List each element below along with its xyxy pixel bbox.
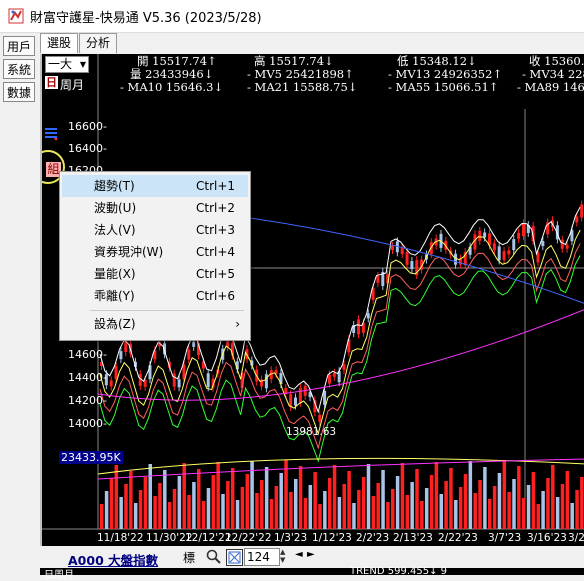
menu-item-deviation[interactable]: 乖離(Y) Ctrl+6: [62, 285, 248, 307]
second-period-label: 日周月: [44, 570, 74, 581]
chevron-down-icon: ▼: [79, 60, 86, 69]
menu-item-margin[interactable]: 資券現沖(W) Ctrl+4: [62, 241, 248, 263]
title-bar: 財富守護星-快易通 V5.36 (2023/5/28): [0, 0, 584, 33]
info-ma55: - MA55 15066.51↑: [388, 80, 499, 94]
y-tick-14600: 14600-: [68, 348, 107, 361]
period-week-month[interactable]: 周月: [60, 76, 84, 93]
bar-count-input[interactable]: 124: [244, 548, 280, 566]
menu-item-institutional[interactable]: 法人(V) Ctrl+3: [62, 219, 248, 241]
x-tick: 12/22'22: [225, 532, 272, 544]
menu-separator: [90, 310, 244, 311]
x-tick: 3/7'23: [488, 532, 522, 544]
info-ma89: - MA89 1469: [517, 80, 584, 94]
system-button[interactable]: 系統: [3, 59, 35, 79]
volume-label: 23433.95K: [59, 451, 123, 464]
menu-item-volume[interactable]: 量能(X) Ctrl+5: [62, 263, 248, 285]
range-select[interactable]: 一大 ▼: [45, 56, 89, 73]
min-price-label: 13981.63: [286, 426, 337, 438]
count-spinner[interactable]: ▲ ▼: [280, 548, 290, 564]
x-tick: 3/27: [568, 532, 584, 544]
x-tick: 2/2'23: [356, 532, 390, 544]
chevron-right-icon: ›: [235, 317, 240, 331]
user-button[interactable]: 用戶: [3, 36, 35, 56]
scroll-left-icon[interactable]: ◄: [295, 549, 303, 560]
window-title: 財富守護星-快易通 V5.36 (2023/5/28): [30, 10, 262, 26]
menu-item-set-as[interactable]: 設為(Z) ›: [62, 313, 248, 335]
left-toolbar: 用戶 系統 數據: [0, 33, 38, 575]
data-button[interactable]: 數據: [3, 82, 35, 102]
app-logo-icon: [8, 8, 24, 24]
list-icon[interactable]: [44, 126, 60, 142]
y-tick-14400: 14400-: [68, 371, 107, 384]
menu-item-volatility[interactable]: 波動(U) Ctrl+2: [62, 197, 248, 219]
x-tick: 2/22'23: [438, 532, 478, 544]
trend-readout: TREND 599.455↓ 9: [350, 566, 448, 577]
info-ma21: - MA21 15588.75↓: [247, 80, 358, 94]
cross-box-icon[interactable]: [226, 549, 243, 566]
x-tick: 2/13'23: [393, 532, 433, 544]
y-tick-16600: 16600-: [68, 120, 107, 133]
y-tick-16400: 16400-: [68, 142, 107, 155]
magnify-icon[interactable]: [206, 549, 222, 565]
info-ma10: - MA10 15646.3↓: [120, 80, 224, 94]
stock-name-link[interactable]: A000 大盤指數: [68, 550, 158, 569]
range-select-value: 一大: [48, 57, 73, 71]
tab-analysis[interactable]: 分析: [79, 33, 118, 53]
mark-label: 標: [183, 551, 196, 565]
x-tick: 1/3'23: [274, 532, 308, 544]
period-day[interactable]: 日: [45, 76, 58, 89]
tab-bar: 選股 分析: [40, 33, 118, 53]
x-tick: 11/18'22: [97, 532, 144, 544]
y-tick-14000: 14000-: [68, 417, 107, 430]
scroll-right-icon[interactable]: ►: [307, 549, 315, 560]
x-tick: 3/16'23: [527, 532, 567, 544]
menu-item-trend[interactable]: 趨勢(T) Ctrl+1: [62, 175, 248, 197]
tab-stock-select[interactable]: 選股: [40, 33, 79, 53]
x-tick: 1/12'23: [312, 532, 352, 544]
status-bar: A000 大盤指數 標 124 ▲ ▼ ◄ ►: [40, 546, 584, 568]
y-tick-14200: 14200-: [68, 394, 107, 407]
indicator-context-menu: 趨勢(T) Ctrl+1 波動(U) Ctrl+2 法人(V) Ctrl+3 資…: [59, 171, 251, 341]
second-chart-strip: 日周月 TREND 599.455↓ 9: [40, 566, 584, 581]
